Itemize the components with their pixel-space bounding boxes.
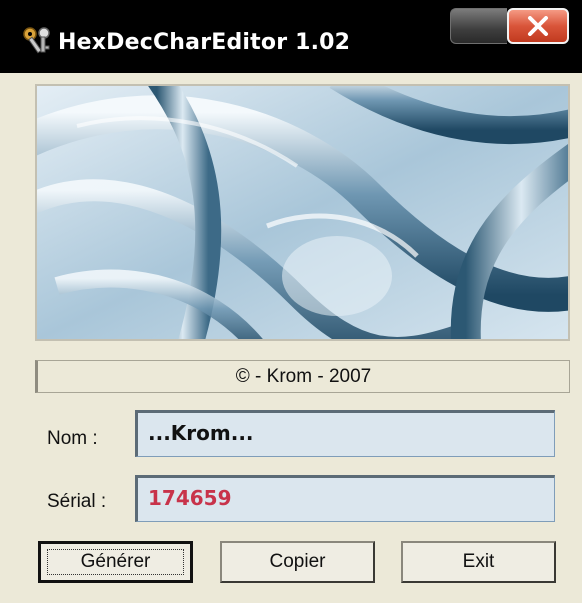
close-icon	[528, 16, 548, 36]
minimize-button[interactable]	[450, 8, 507, 44]
keys-icon	[22, 26, 52, 56]
generate-button[interactable]: Générer	[38, 541, 193, 583]
serial-label: Sérial :	[47, 491, 107, 512]
focus-outline	[47, 549, 184, 575]
exit-button[interactable]: Exit	[401, 541, 556, 583]
copy-button[interactable]: Copier	[220, 541, 375, 583]
name-field[interactable]: ...Krom...	[135, 410, 555, 457]
window-title: HexDecCharEditor 1.02	[58, 30, 351, 55]
serial-field[interactable]: 174659	[135, 475, 555, 522]
close-button[interactable]	[507, 8, 569, 44]
dialog-body: © - Krom - 2007 Nom : ...Krom... Sérial …	[0, 73, 582, 603]
copyright-text: © - Krom - 2007	[35, 360, 570, 393]
app-window: HexDecCharEditor 1.02 © - Krom - 2007 No…	[0, 0, 582, 603]
title-bar[interactable]: HexDecCharEditor 1.02	[0, 0, 582, 73]
banner-image	[35, 84, 570, 341]
name-label: Nom :	[47, 428, 98, 449]
